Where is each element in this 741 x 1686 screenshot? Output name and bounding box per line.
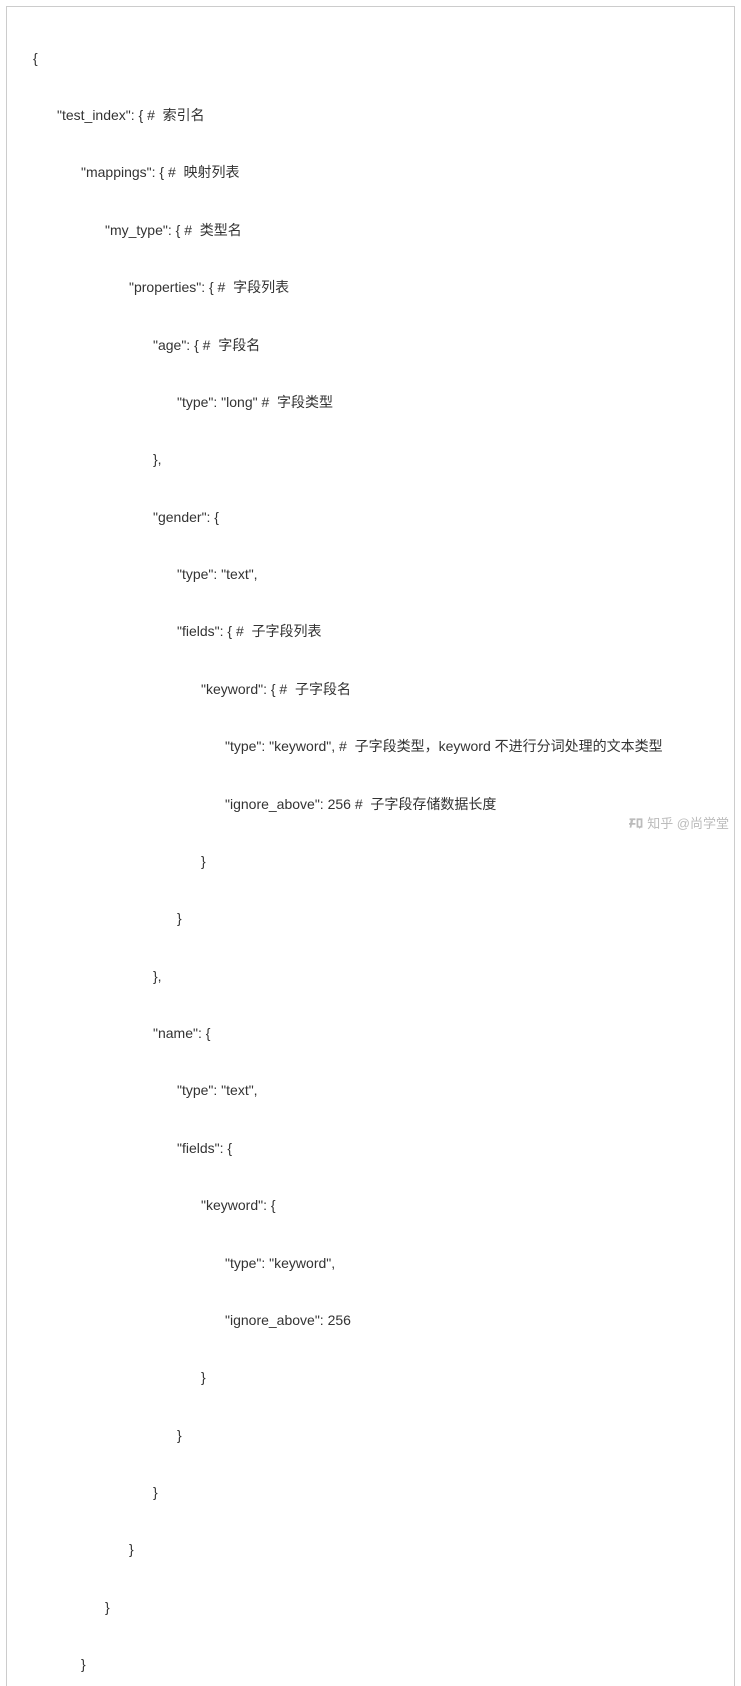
code-line: "name": { bbox=[13, 1019, 728, 1048]
code-line: } bbox=[13, 1478, 728, 1507]
code-line: { bbox=[13, 44, 728, 73]
code-line: "keyword": { # 子字段名 bbox=[13, 675, 728, 704]
code-line: "type": "keyword", # 子字段类型，keyword 不进行分词… bbox=[13, 732, 728, 761]
code-line: "fields": { bbox=[13, 1134, 728, 1163]
code-line: "test_index": { # 索引名 bbox=[13, 101, 728, 130]
code-line: }, bbox=[13, 962, 728, 991]
code-line: "gender": { bbox=[13, 503, 728, 532]
code-line: "ignore_above": 256 # 子字段存储数据长度 bbox=[13, 790, 728, 819]
code-line: "properties": { # 字段列表 bbox=[13, 273, 728, 302]
code-line: "type": "text", bbox=[13, 560, 728, 589]
code-line: "type": "keyword", bbox=[13, 1249, 728, 1278]
code-line: "age": { # 字段名 bbox=[13, 331, 728, 360]
code-line: } bbox=[13, 1363, 728, 1392]
code-line: }, bbox=[13, 445, 728, 474]
code-block: { "test_index": { # 索引名 "mappings": { # … bbox=[6, 6, 735, 1686]
code-line: "fields": { # 子字段列表 bbox=[13, 617, 728, 646]
code-line: "type": "long" # 字段类型 bbox=[13, 388, 728, 417]
code-line: "type": "text", bbox=[13, 1076, 728, 1105]
code-line: "my_type": { # 类型名 bbox=[13, 216, 728, 245]
code-line: } bbox=[13, 1535, 728, 1564]
code-line: } bbox=[13, 1593, 728, 1622]
code-line: } bbox=[13, 1421, 728, 1450]
code-line: } bbox=[13, 904, 728, 933]
code-line: } bbox=[13, 847, 728, 876]
code-line: "mappings": { # 映射列表 bbox=[13, 158, 728, 187]
code-line: "keyword": { bbox=[13, 1191, 728, 1220]
code-line: } bbox=[13, 1650, 728, 1679]
code-line: "ignore_above": 256 bbox=[13, 1306, 728, 1335]
